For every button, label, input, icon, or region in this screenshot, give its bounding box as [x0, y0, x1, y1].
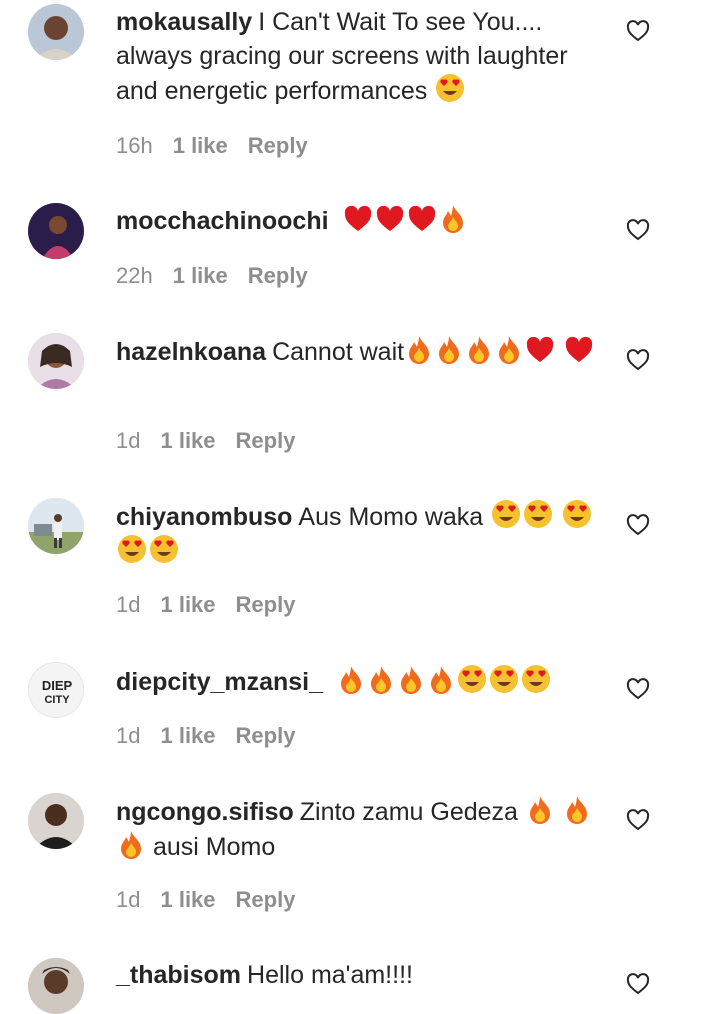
heart-eyes-emoji-icon — [489, 665, 518, 693]
comment-body: chiyanombuso Aus Momo waka — [116, 499, 616, 569]
like-heart-icon[interactable] — [626, 219, 650, 241]
comment-likes[interactable]: 1 like — [173, 263, 228, 288]
heart-eyes-emoji-icon — [563, 500, 592, 528]
comment-username[interactable]: chiyanombuso — [116, 503, 292, 531]
fire-emoji-icon — [430, 666, 451, 694]
avatar[interactable] — [28, 498, 84, 554]
like-heart-icon[interactable] — [626, 349, 650, 371]
comment-likes[interactable]: 1 like — [160, 428, 215, 453]
avatar[interactable] — [28, 793, 84, 849]
comment-username[interactable]: mokausally — [116, 8, 252, 36]
comment-body: ngcongo.sifiso Zinto zamu Gedeza ausi Mom… — [116, 794, 616, 864]
svg-text:CITY: CITY — [44, 694, 70, 706]
reply-button[interactable]: Reply — [236, 723, 296, 748]
reply-button[interactable]: Reply — [236, 887, 296, 912]
comment-time: 1d — [116, 723, 141, 748]
fire-emoji-icon — [469, 336, 490, 364]
fire-emoji-icon — [409, 336, 430, 364]
comment-likes[interactable]: 1 like — [160, 592, 215, 617]
red-heart-emoji-icon — [526, 336, 554, 362]
red-heart-emoji-icon — [408, 205, 435, 231]
comment-likes[interactable]: 1 like — [160, 723, 215, 748]
heart-eyes-emoji-icon — [118, 535, 146, 563]
comment-time: 1d — [116, 592, 141, 617]
comment-meta: 16h 1 like Reply — [116, 133, 328, 159]
comment-meta: 1d 1 like Reply — [116, 887, 315, 913]
like-heart-icon[interactable] — [626, 20, 650, 42]
comment-username[interactable]: diepcity_mzansi_ — [116, 668, 323, 696]
comment-body: _thabisom Hello ma'am!!!! — [116, 958, 616, 992]
comment-text: Hello ma'am!!!! — [247, 961, 413, 989]
comment-body: hazelnkoana Cannot wait — [116, 334, 616, 369]
svg-text:DIEP: DIEP — [42, 678, 73, 693]
comment-meta: 22h 1 like Reply — [116, 263, 328, 289]
comment-body: mocchachinoochi — [116, 203, 616, 238]
heart-eyes-emoji-icon — [457, 665, 486, 693]
avatar[interactable] — [28, 4, 84, 60]
comment-meta: 1d 1 like Reply — [116, 428, 315, 454]
reply-button[interactable]: Reply — [236, 592, 296, 617]
fire-emoji-icon — [499, 336, 520, 364]
comment-username[interactable]: mocchachinoochi — [116, 207, 329, 235]
fire-emoji-icon — [529, 796, 550, 824]
comment-time: 16h — [116, 133, 153, 158]
comment-username[interactable]: hazelnkoana — [116, 338, 266, 366]
avatar[interactable]: DIEP CITY — [28, 662, 84, 718]
comment-likes[interactable]: 1 like — [173, 133, 228, 158]
comment-text: Aus Momo waka — [298, 503, 484, 531]
reply-button[interactable]: Reply — [248, 133, 308, 158]
comment-body: diepcity_mzansi_ — [116, 664, 616, 699]
avatar[interactable] — [28, 203, 84, 259]
heart-eyes-emoji-icon — [524, 500, 553, 528]
red-heart-emoji-icon — [344, 205, 371, 231]
comment-text-after: ausi Momo — [152, 833, 276, 861]
like-heart-icon[interactable] — [626, 809, 650, 831]
comment-username[interactable]: _thabisom — [116, 961, 241, 989]
fire-emoji-icon — [370, 666, 391, 694]
fire-emoji-icon — [439, 336, 460, 364]
comment-text: Cannot wait — [272, 338, 405, 366]
comment-meta: 1d 1 like Reply — [116, 592, 315, 618]
fire-emoji-icon — [121, 831, 141, 859]
comment-username[interactable]: ngcongo.sifiso — [116, 798, 294, 826]
fire-emoji-icon — [340, 666, 361, 694]
comment-text: Zinto zamu Gedeza — [299, 798, 518, 826]
avatar[interactable] — [28, 958, 84, 1014]
comment-likes[interactable]: 1 like — [160, 887, 215, 912]
heart-eyes-emoji-icon — [521, 665, 550, 693]
heart-eyes-emoji-icon — [436, 74, 465, 102]
comment-time: 1d — [116, 428, 141, 453]
comment-body: mokausally I Can't Wait To see You.... al… — [116, 5, 616, 108]
fire-emoji-icon — [400, 666, 421, 694]
reply-button[interactable]: Reply — [248, 263, 308, 288]
like-heart-icon[interactable] — [626, 514, 650, 536]
comment-time: 1d — [116, 887, 141, 912]
comment-meta: 1d 1 like Reply — [116, 723, 315, 749]
fire-emoji-icon — [566, 796, 587, 824]
red-heart-emoji-icon — [565, 336, 593, 362]
comment-time: 22h — [116, 263, 153, 288]
like-heart-icon[interactable] — [626, 973, 650, 995]
heart-eyes-emoji-icon — [150, 535, 178, 563]
like-heart-icon[interactable] — [626, 678, 650, 700]
reply-button[interactable]: Reply — [236, 428, 296, 453]
heart-eyes-emoji-icon — [492, 500, 521, 528]
avatar[interactable] — [28, 333, 84, 389]
fire-emoji-icon — [442, 205, 463, 233]
red-heart-emoji-icon — [376, 205, 403, 231]
